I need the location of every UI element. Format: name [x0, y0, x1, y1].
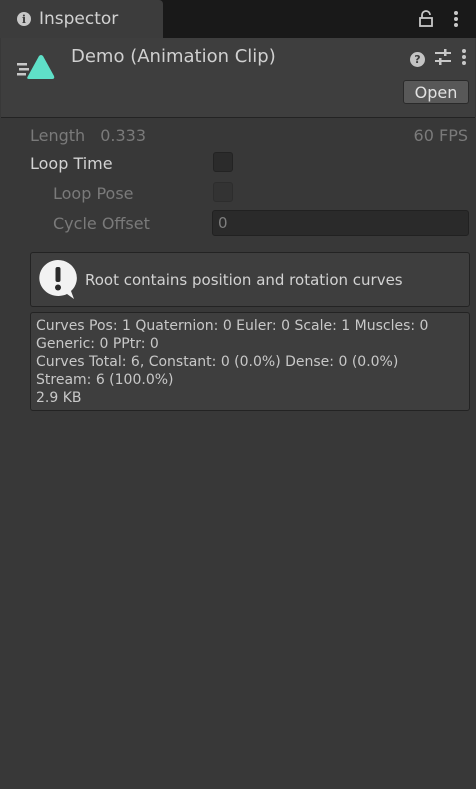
- loop-pose-row: Loop Pose: [53, 180, 134, 206]
- cycle-offset-label: Cycle Offset: [53, 213, 150, 233]
- inspector-header: Demo (Animation Clip) ? Open: [1, 38, 475, 118]
- loop-time-checkbox[interactable]: [213, 152, 233, 172]
- fps-value: 60 FPS: [413, 125, 468, 145]
- kebab-menu-icon[interactable]: [446, 8, 466, 30]
- length-row: Length 0.333: [30, 122, 146, 148]
- fps-row: 60 FPS: [414, 122, 468, 148]
- length-value: 0.333: [100, 125, 146, 145]
- kebab-menu-icon[interactable]: [461, 48, 467, 70]
- warning-icon: [38, 259, 78, 301]
- loop-pose-checkbox[interactable]: [213, 182, 233, 202]
- info-icon: i: [17, 12, 31, 26]
- curves-info-box: Curves Pos: 1 Quaternion: 0 Euler: 0 Sca…: [30, 312, 470, 411]
- cycle-offset-row: Cycle Offset: [53, 210, 150, 236]
- tab-bar-actions: [416, 8, 466, 30]
- preset-sliders-icon[interactable]: [435, 49, 451, 69]
- page-title: Demo (Animation Clip): [71, 46, 276, 67]
- length-label: Length: [30, 125, 86, 145]
- open-button[interactable]: Open: [403, 80, 469, 104]
- warning-helpbox: Root contains position and rotation curv…: [30, 252, 470, 307]
- tab-bar: i Inspector: [0, 0, 476, 38]
- info-line: Generic: 0 PPtr: 0: [36, 336, 159, 352]
- cycle-offset-field[interactable]: 0: [212, 210, 469, 236]
- tab-inspector[interactable]: i Inspector: [0, 0, 163, 38]
- info-line: Curves Total: 6, Constant: 0 (0.0%) Dens…: [36, 354, 399, 370]
- tab-label: Inspector: [39, 9, 119, 29]
- info-line: Curves Pos: 1 Quaternion: 0 Euler: 0 Sca…: [36, 318, 429, 334]
- animation-clip-icon: [17, 53, 57, 85]
- loop-time-label: Loop Time: [30, 153, 113, 173]
- loop-time-row: Loop Time: [30, 150, 113, 176]
- help-icon[interactable]: ?: [410, 51, 425, 67]
- inspector-window: i Inspector Demo (Animation Clip) ? Open…: [0, 0, 476, 789]
- info-line: 2.9 KB: [36, 390, 82, 406]
- info-line: Stream: 6 (100.0%): [36, 372, 174, 388]
- warning-text: Root contains position and rotation curv…: [85, 271, 403, 289]
- loop-pose-label: Loop Pose: [53, 183, 134, 203]
- lock-icon[interactable]: [416, 8, 436, 30]
- header-actions: ?: [410, 48, 467, 70]
